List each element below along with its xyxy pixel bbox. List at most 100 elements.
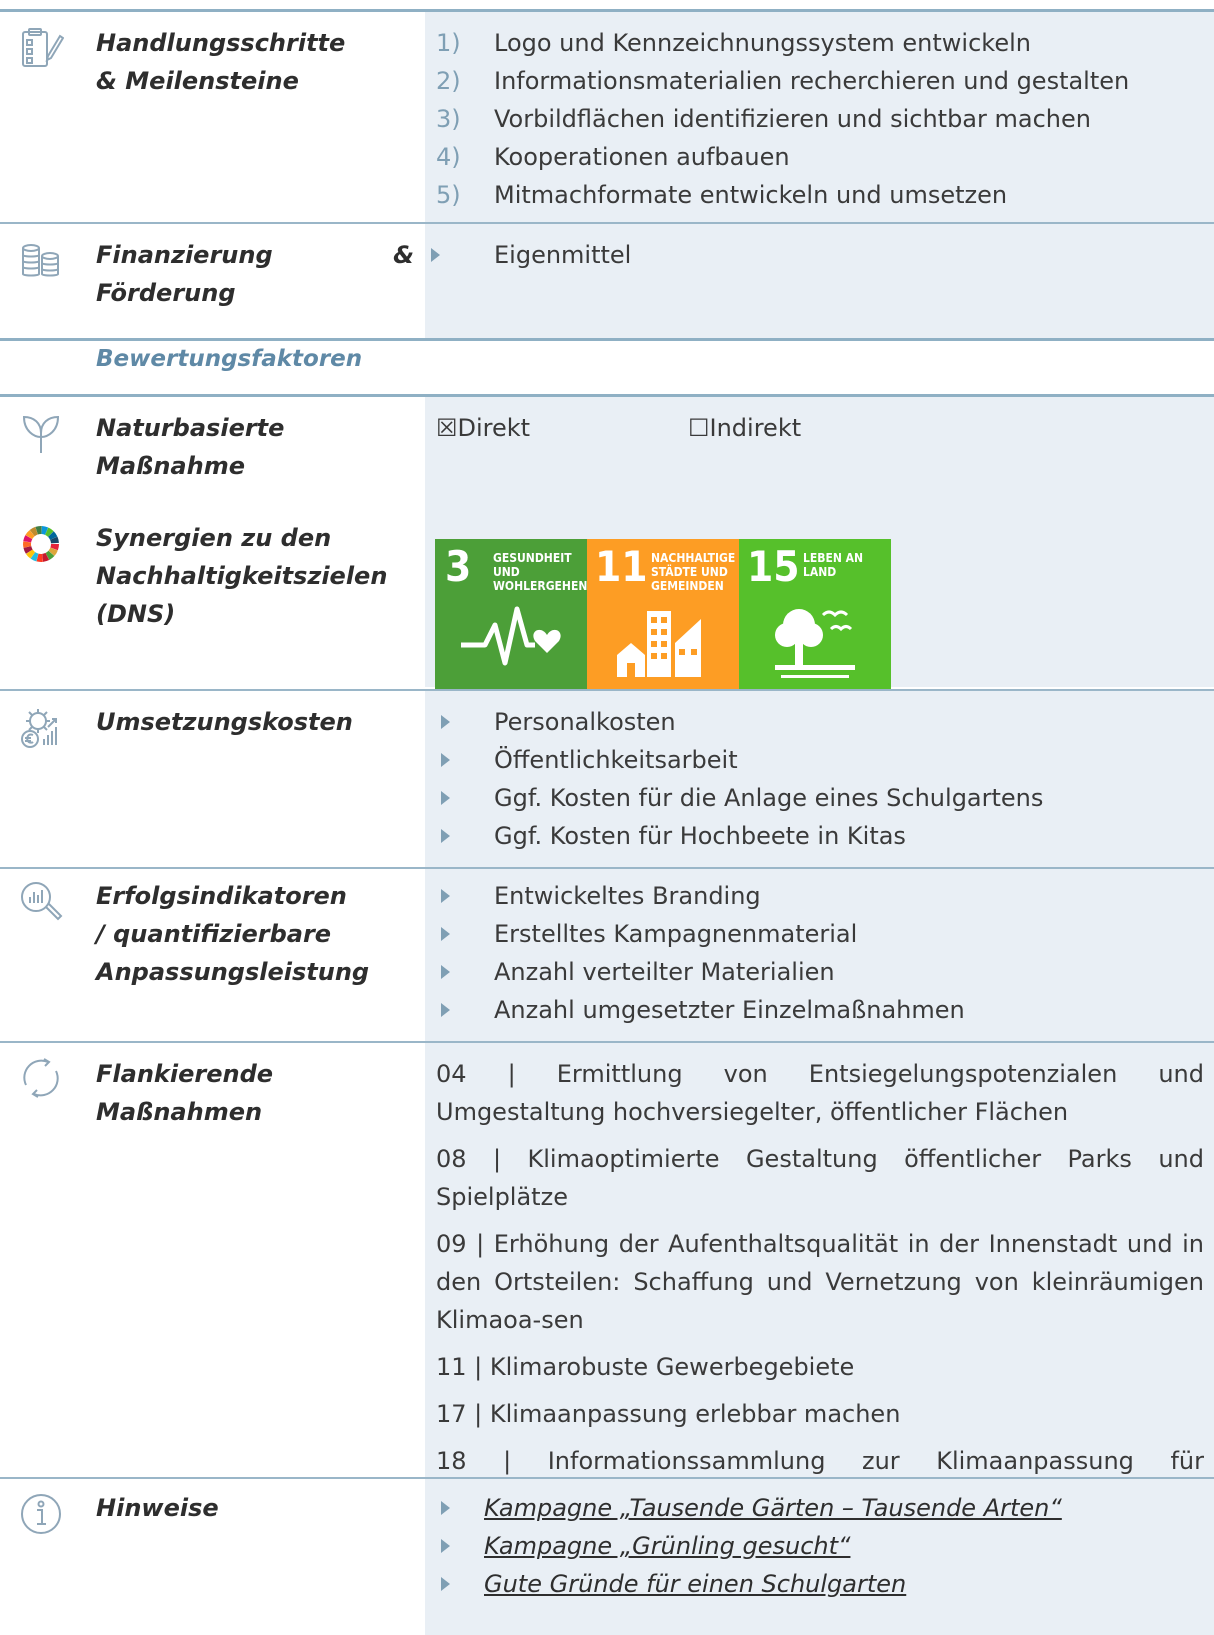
list-item: Kampagne „Tausende Gärten – Tausende Art…: [436, 1489, 1204, 1527]
item-number: 1): [436, 29, 461, 57]
sdg-tile-3: 3 GESUNDHEIT UND WOHLERGEHEN: [435, 539, 587, 691]
item-text: Informationsmaterialien recherchieren un…: [494, 67, 1130, 95]
row-nature: Naturbasierte Maßnahme ☒Direkt ☐Indirekt: [0, 397, 1214, 499]
bullet-arrow-icon: [436, 1489, 484, 1527]
note-link[interactable]: Kampagne „Tausende Gärten – Tausende Art…: [484, 1489, 1062, 1527]
info-icon: [18, 1491, 64, 1537]
list-item: Kampagne „Grünling gesucht“: [436, 1527, 1204, 1565]
section-heading: Bewertungsfaktoren: [96, 346, 363, 372]
list-item: Entwickeltes Branding: [436, 877, 1204, 915]
row-funding: Finanzierung & Förderung Eigenmittel: [0, 224, 1214, 338]
notes-list: Kampagne „Tausende Gärten – Tausende Art…: [436, 1489, 1204, 1603]
row-notes: Hinweise Kampagne „Tausende Gärten – Tau…: [0, 1479, 1214, 1635]
bullet-arrow-icon: [436, 953, 494, 991]
city-buildings-icon: [617, 611, 701, 677]
bullet-arrow-icon: [436, 991, 494, 1029]
item-text: Personalkosten: [494, 708, 676, 736]
bullet-arrow-icon: [436, 1527, 484, 1565]
list-item: Anzahl umgesetzter Einzelmaßnahmen: [436, 991, 1204, 1029]
item-text: Entwickeltes Branding: [494, 882, 761, 910]
sdg-tile-11: 11 NACHHALTIGE STÄDTE UND GEMEINDEN: [587, 539, 739, 691]
item-number: 2): [436, 67, 461, 95]
row-label: Umsetzungskosten: [96, 708, 353, 736]
list-item: 2) Informationsmaterialien recherchieren …: [436, 62, 1204, 100]
item-text: Mitmachformate entwickeln und umsetzen: [494, 181, 1008, 209]
note-link[interactable]: Kampagne „Grünling gesucht“: [484, 1527, 850, 1565]
list-item: Eigenmittel: [431, 236, 1204, 274]
sdg-wheel-icon: [18, 521, 64, 567]
item-text: Ggf. Kosten für die Anlage eines Schulga…: [494, 784, 1044, 812]
row-label: Hinweise: [96, 1494, 219, 1522]
bullet-arrow-icon: [436, 877, 494, 915]
list-item: 04 | Ermittlung von Entsiegelungspotenzi…: [436, 1060, 1204, 1126]
tree-birds-icon: [775, 609, 855, 678]
item-text: Erstelltes Kampagnenmaterial: [494, 920, 858, 948]
sdg-tile-15: 15 LEBEN AN LAND: [739, 539, 891, 691]
list-item: Ggf. Kosten für Hochbeete in Kitas: [436, 817, 1204, 855]
item-text: Vorbildflächen identifizieren und sichtb…: [494, 105, 1091, 133]
item-number: 5): [436, 181, 461, 209]
row-divider: [0, 338, 1214, 341]
funding-list: Eigenmittel: [431, 236, 1204, 274]
checkbox-indirect[interactable]: ☐Indirekt: [688, 414, 801, 442]
row-steps: Handlungsschritte & Meilensteine 1) Logo …: [0, 12, 1214, 222]
list-item: Öffentlichkeitsarbeit: [436, 741, 1204, 779]
bullet-arrow-icon: [426, 236, 494, 274]
item-number: 3): [436, 105, 461, 133]
item-text: Logo und Kennzeichnungssystem entwickeln: [494, 29, 1031, 57]
row-label: Naturbasierte Maßnahme: [96, 414, 285, 480]
gear-euro-chart-icon: [18, 705, 64, 751]
bullet-arrow-icon: [436, 915, 494, 953]
refresh-cycle-icon: [18, 1055, 64, 1101]
row-label: Finanzierung & Förderung: [96, 236, 416, 312]
flanking-list: 04 | Ermittlung von Entsiegelungspotenzi…: [436, 1055, 1204, 1527]
coins-stack-icon: [18, 238, 64, 284]
item-text: Anzahl verteilter Materialien: [494, 958, 835, 986]
bullet-arrow-icon: [436, 779, 494, 817]
item-text: Öffentlichkeitsarbeit: [494, 746, 738, 774]
sprout-icon: [18, 411, 64, 457]
row-label: Erfolgsindikatoren / quantifizierbare An…: [96, 882, 370, 986]
list-item: 17 | Klimaanpassung erlebbar machen: [436, 1400, 901, 1428]
costs-list: Personalkosten Öffentlichkeitsarbeit Ggf…: [436, 703, 1204, 855]
label-line: Finanzierung: [96, 241, 273, 269]
nature-options: ☒Direkt ☐Indirekt: [436, 409, 1204, 447]
item-number: 4): [436, 143, 461, 171]
list-item: Personalkosten: [436, 703, 1204, 741]
heartbeat-icon: [461, 606, 561, 666]
bullet-arrow-icon: [436, 703, 494, 741]
item-text: Kooperationen aufbauen: [494, 143, 790, 171]
sdg-tiles: 3 GESUNDHEIT UND WOHLERGEHEN 11 NACHHALT…: [435, 539, 891, 691]
label-ampersand: &: [393, 241, 414, 269]
item-text: Eigenmittel: [494, 241, 632, 269]
list-item: 08 | Klimaoptimierte Gestaltung öffentli…: [436, 1145, 1204, 1211]
item-text: Ggf. Kosten für Hochbeete in Kitas: [494, 822, 906, 850]
row-label: Flankierende Maßnahmen: [96, 1060, 274, 1126]
bullet-arrow-icon: [436, 817, 494, 855]
row-synergies: Synergien zu den Nachhaltigkeitszielen (…: [0, 499, 1214, 691]
steps-list: 1) Logo und Kennzeichnungssystem entwicke…: [436, 24, 1204, 214]
list-item: 09 | Erhöhung der Aufenthaltsqualität in…: [436, 1230, 1204, 1334]
row-indicators: Erfolgsindikatoren / quantifizierbare An…: [0, 869, 1214, 1041]
list-item: Anzahl verteilter Materialien: [436, 953, 1204, 991]
row-flanking: Flankierende Maßnahmen 04 | Ermittlung v…: [0, 1043, 1214, 1513]
list-item: 4) Kooperationen aufbauen: [436, 138, 1204, 176]
row-costs: Umsetzungskosten Personalkosten Öffentli…: [0, 691, 1214, 867]
list-item: Ggf. Kosten für die Anlage eines Schulga…: [436, 779, 1204, 817]
note-link[interactable]: Gute Gründe für einen Schulgarten: [484, 1565, 906, 1603]
list-item: Erstelltes Kampagnenmaterial: [436, 915, 1204, 953]
list-item: 5) Mitmachformate entwickeln und umsetzen: [436, 176, 1204, 214]
row-label: Synergien zu den Nachhaltigkeitszielen (…: [96, 524, 388, 628]
bullet-arrow-icon: [436, 741, 494, 779]
bullet-arrow-icon: [436, 1565, 484, 1603]
list-item: 3) Vorbildflächen identifizieren und sich…: [436, 100, 1204, 138]
label-line: Förderung: [96, 279, 236, 307]
indicators-list: Entwickeltes Branding Erstelltes Kampagn…: [436, 877, 1204, 1029]
checkbox-direct[interactable]: ☒Direkt: [436, 409, 688, 447]
row-label: Handlungsschritte & Meilensteine: [96, 29, 346, 95]
magnifier-chart-icon: [18, 879, 64, 925]
clipboard-checklist-icon: [18, 26, 64, 72]
list-item: 1) Logo und Kennzeichnungssystem entwicke…: [436, 24, 1204, 62]
list-item: 11 | Klimarobuste Gewerbegebiete: [436, 1353, 855, 1381]
list-item: Gute Gründe für einen Schulgarten: [436, 1565, 1204, 1603]
